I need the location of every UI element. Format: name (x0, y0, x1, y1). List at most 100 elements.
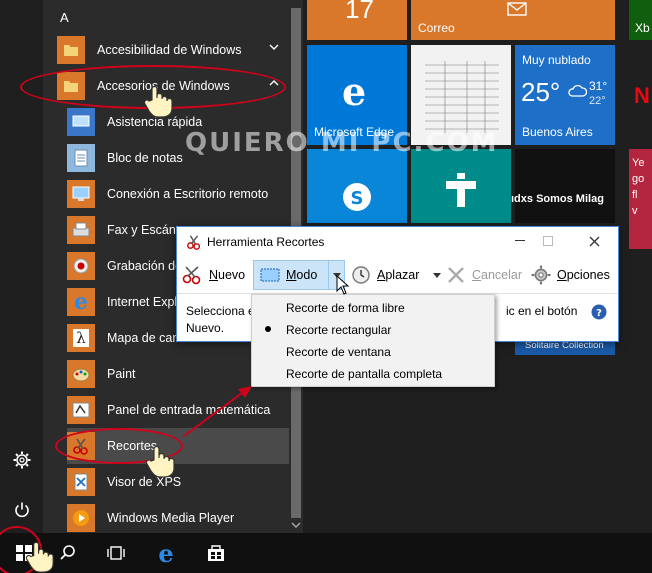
opciones-label: pciones (566, 268, 610, 282)
menu-item-label: Recorte de forma libre (286, 301, 405, 315)
minimize-icon (515, 240, 525, 241)
tile-netflix[interactable]: N (629, 45, 652, 145)
opciones-button[interactable]: Opciones (531, 260, 610, 290)
caret-down-icon (433, 272, 442, 278)
store-icon (208, 545, 224, 561)
app-label: Bloc de notas (107, 151, 183, 165)
cancel-x-icon (448, 267, 464, 283)
netflix-icon: N (634, 83, 650, 108)
weather-high: 31° (589, 79, 608, 93)
scissors-icon (187, 235, 201, 250)
instruction-line1: Selecciona el (186, 304, 258, 318)
tile-correo[interactable]: Correo (411, 0, 615, 40)
task-view-icon (107, 546, 125, 560)
app-visor-xps[interactable]: Visor de XPS (67, 464, 297, 500)
menu-item-window[interactable]: Recorte de ventana (252, 341, 494, 363)
mail-icon (507, 2, 527, 16)
xps-icon (67, 468, 95, 496)
close-icon (589, 236, 599, 246)
tile-label: Buenos Aires (522, 125, 593, 139)
cancelar-label: ancelar (481, 268, 523, 282)
weather-temperature: 25° (521, 77, 561, 107)
hand-pointer-icon (25, 541, 54, 573)
nuevo-button[interactable]: Nuevo (181, 260, 245, 290)
app-list-letter-header[interactable]: A (60, 10, 69, 25)
app-label: Internet Explo (107, 295, 185, 309)
calendar-day: 17 (345, 0, 374, 24)
tile-side[interactable]: Ye go fl v (629, 149, 652, 249)
weather-low: 22° (589, 95, 606, 107)
menu-item-full-screen[interactable]: Recorte de pantalla completa (252, 363, 494, 385)
help-icon[interactable]: ? (591, 304, 607, 320)
opciones-label-accel: O (557, 268, 567, 282)
math-input-icon (67, 396, 95, 424)
mouse-pointer-icon (336, 275, 350, 295)
weather-condition: Muy nublado (522, 53, 591, 67)
svg-text:S: S (351, 188, 364, 209)
fax-icon (67, 216, 95, 244)
settings-button[interactable] (0, 440, 43, 480)
internet-explorer-icon: e (67, 288, 95, 316)
edge-icon: e (342, 69, 367, 114)
menu-item-label: Recorte de pantalla completa (286, 367, 443, 381)
tile-label: Correo (418, 21, 455, 35)
app-escritorio-remoto[interactable]: Conexión a Escritorio remoto (67, 176, 297, 212)
taskbar-store[interactable] (192, 533, 240, 573)
new-snip-icon (182, 266, 201, 285)
menu-item-label: Recorte de ventana (286, 345, 391, 359)
maximize-button[interactable] (533, 229, 563, 253)
chevron-down-icon (269, 44, 279, 50)
menu-item-free-form[interactable]: Recorte de forma libre (252, 297, 494, 319)
mode-dropdown-menu: Recorte de forma libre Recorte rectangul… (251, 294, 495, 387)
app-folder-accesibilidad[interactable]: Accesibilidad de Windows (57, 32, 297, 68)
skype-icon: S (343, 183, 371, 211)
app-label: Paint (107, 367, 136, 381)
notepad-icon (67, 144, 95, 172)
options-gear-icon (531, 265, 551, 285)
app-label: Fax y Escáner (107, 223, 187, 237)
aplazar-button[interactable]: Aplazar (351, 260, 442, 290)
watermark: QUIERO MI PC.COM (185, 128, 499, 158)
window-title: Herramienta Recortes (207, 235, 325, 249)
record-icon (67, 252, 95, 280)
task-view-button[interactable] (92, 533, 140, 573)
nuevo-label: uevo (218, 268, 246, 282)
app-logo-icon (446, 173, 476, 207)
svg-text:?: ? (596, 308, 602, 319)
cancelar-button[interactable]: Cancelar (447, 260, 522, 290)
tile-app-teal[interactable] (411, 149, 511, 223)
edge-icon: e (158, 538, 174, 568)
tile-calendar[interactable]: 17 (307, 0, 407, 40)
power-icon (14, 502, 29, 518)
tile-skype[interactable]: S (307, 149, 407, 223)
instruction-line1-end: ic en el botón (506, 304, 578, 318)
remote-desktop-icon (67, 180, 95, 208)
paint-icon (67, 360, 95, 388)
annotation-arrow (183, 386, 252, 437)
tile-xbox[interactable]: Xb (629, 0, 652, 40)
modo-label: odo (296, 268, 318, 282)
modo-label-accel: M (286, 268, 297, 282)
nuevo-label-accel: N (209, 268, 219, 282)
menu-item-rectangular[interactable]: Recorte rectangular (252, 319, 494, 341)
scroll-down-icon[interactable] (291, 521, 301, 529)
tile-news[interactable]: ıdxs Somos Milag (511, 149, 615, 223)
minimize-button[interactable] (505, 229, 535, 253)
app-label: Accesibilidad de Windows (97, 43, 242, 57)
remote-assist-icon (67, 108, 95, 136)
gear-icon (13, 451, 30, 469)
close-button[interactable] (579, 229, 609, 253)
aplazar-label: plazar (385, 268, 420, 282)
tile-weather[interactable]: Muy nublado 25° 31° 22° Buenos Aires (515, 45, 615, 145)
instruction-line2: Nuevo. (186, 321, 225, 335)
hand-pointer-icon (143, 85, 173, 118)
power-button[interactable] (0, 490, 43, 530)
taskbar-edge[interactable]: e (142, 533, 190, 573)
tile-label: Xb (635, 21, 650, 35)
app-label: Conexión a Escritorio remoto (107, 187, 269, 201)
menu-item-label: Recorte rectangular (286, 323, 392, 337)
modo-button[interactable]: Modo (253, 260, 329, 290)
maximize-icon (543, 236, 553, 246)
app-label: Windows Media Player (107, 511, 235, 525)
app-media-player[interactable]: Windows Media Player (67, 500, 297, 536)
